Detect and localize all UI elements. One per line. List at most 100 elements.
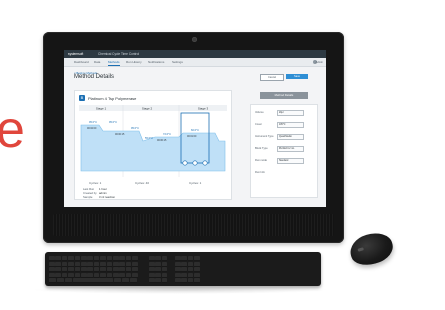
delete-step-button[interactable] [202,160,208,166]
tab-dashboard[interactable]: Dashboard [74,60,89,64]
edit-step-button[interactable] [192,160,198,166]
screen: systemsoft Chemical Cycle Time Control D… [64,50,326,207]
key [100,261,106,267]
add-step-button[interactable] [182,160,188,166]
key [122,278,129,284]
key [93,267,100,273]
key [132,261,138,267]
keyboard-row [49,278,317,284]
key [132,267,138,273]
method-title: Platinum 4 Tsp Polymerase [88,96,137,101]
numpad-key [175,261,181,267]
key [93,261,100,267]
key [61,256,68,261]
key [87,261,93,267]
key [161,278,168,284]
key [125,267,132,273]
key [113,272,119,278]
key [119,272,125,278]
tab-run-history[interactable]: Run History [126,60,142,64]
instrument-type-field[interactable]: QuantStudio [277,134,304,140]
page-title: Method Details [74,74,115,80]
key [155,261,161,267]
properties-panel: Volume 20µl Cover 105°C Instrument Type … [250,104,318,198]
key [87,272,93,278]
stage-1-label: Stage 1 [96,106,107,110]
numpad-key [194,256,200,261]
key [106,256,113,261]
webcam-icon [192,37,197,42]
key [74,272,81,278]
temp-label: 60.0°C [191,128,199,132]
cover-field[interactable]: 105°C [277,122,304,128]
key [65,278,72,284]
key [106,267,113,273]
product-photo: e systemsoft Chemical Cycle Time Control… [0,0,445,310]
block-type-field[interactable]: 96-Well 0.2 mL [277,146,304,152]
numpad-key [175,256,181,261]
key [119,267,125,273]
key [55,256,61,261]
key [81,261,87,267]
mouse-wheel [357,247,365,252]
temp-label: 95.0°C [109,120,117,124]
key [155,278,161,284]
keyboard-row [49,272,317,278]
run-mode-field[interactable]: Standard [277,158,304,164]
key [55,267,61,273]
key [93,272,100,278]
key [49,256,55,261]
tab-bar: Dashboard Data Methods Run History Notif… [64,58,326,67]
key [125,261,132,267]
stage-1-cycles: Cycles: 1 [89,181,102,185]
key [68,261,74,267]
time-label: 00:01:00 [187,135,197,138]
key [113,256,119,261]
key [55,261,61,267]
app-header: systemsoft Chemical Cycle Time Control [64,50,326,58]
tab-methods[interactable]: Methods [108,60,120,66]
temp-label: 72.0°C [163,132,171,136]
cancel-button[interactable]: Cancel [260,74,284,81]
prop-label: Cover [255,123,262,126]
volume-field[interactable]: 20µl [277,110,304,116]
key [149,278,155,284]
numpad-key [181,272,187,278]
key [155,272,161,278]
key [161,272,168,278]
key [61,267,68,273]
key [113,267,119,273]
key [68,267,74,273]
method-details-button[interactable]: Method Details [260,92,308,99]
key [161,261,168,267]
numpad-key [194,267,200,273]
key [100,256,106,261]
key [49,272,55,278]
numpad-key [181,261,187,267]
key [119,261,125,267]
spacebar-key [73,278,113,284]
stage-3-cycles: Cycles: 1 [189,181,202,185]
tab-settings[interactable]: Settings [172,60,183,64]
key [100,272,106,278]
numpad-key [181,256,187,261]
temp-label: 95.0°C [89,120,97,124]
user-label[interactable]: Admin [316,61,323,64]
key [87,256,93,261]
keyboard-keys [49,256,317,284]
tab-data[interactable]: Data [94,60,100,64]
time-label: 00:02:00 [87,127,97,130]
key [49,278,56,284]
key [68,272,74,278]
tab-notifications[interactable]: Notifications [148,60,164,64]
method-card: B Platinum 4 Tsp Polymerase Stage 1 Stag… [74,90,232,200]
meta-row: Sample 3 ml reaction [83,195,115,199]
key [149,261,155,267]
method-icon: B [79,95,85,101]
key [132,256,138,261]
numpad-key [194,272,200,278]
keyboard-row [49,261,317,267]
save-button[interactable]: Save [286,74,308,79]
floor-shadow [30,286,330,294]
numpad-key [181,267,187,273]
